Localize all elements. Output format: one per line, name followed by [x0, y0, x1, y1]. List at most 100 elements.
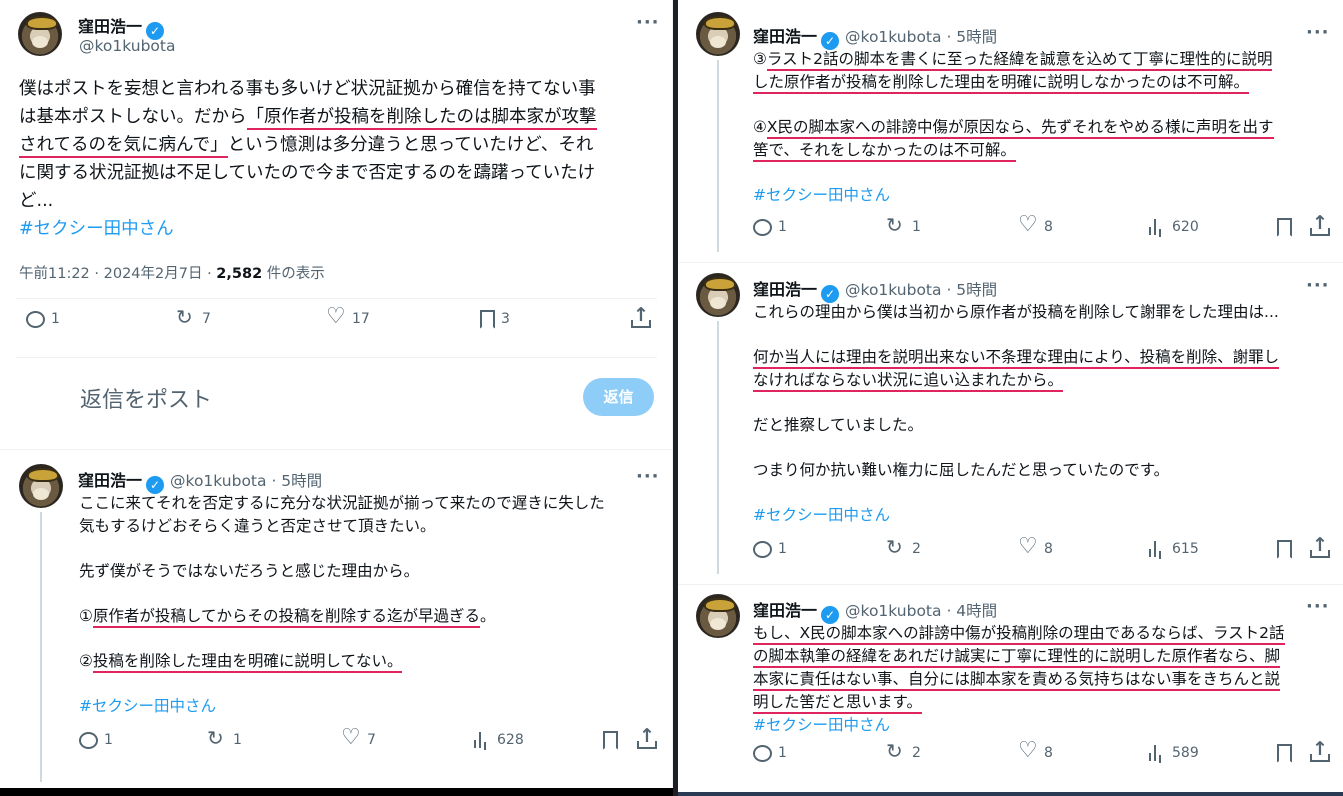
bookmark-icon [480, 309, 495, 329]
retweet-button[interactable]: 2 [886, 535, 921, 559]
reply-icon [753, 744, 772, 762]
share-icon [1309, 738, 1330, 763]
retweet-icon [886, 213, 906, 237]
avatar[interactable] [696, 12, 740, 56]
views-button[interactable]: 620 [1146, 217, 1199, 237]
tweet-line: 僕はポストを妄想と言われる事も多いけど状況証拠から確信を持てない事 [19, 79, 596, 99]
author-name[interactable]: 窪田浩一 ✓ @ko1kubota · 5時間 [753, 276, 997, 303]
tweet-line: ど... [19, 191, 54, 211]
like-button[interactable]: 8 [1018, 212, 1053, 237]
tweet-line: に関する状況証拠は不足していたので今まで否定するのを躊躇っていたけ [19, 163, 596, 183]
post-time: 4時間 [956, 602, 998, 620]
reply-icon [26, 310, 45, 328]
bookmark-button[interactable]: 3 [480, 309, 510, 329]
view-count: 2,582 [216, 266, 263, 282]
hashtag-link[interactable]: #セクシー田中さん [753, 184, 1274, 207]
hashtag-link[interactable]: #セクシー田中さん [753, 714, 1285, 737]
analytics-icon [1146, 217, 1166, 237]
reply-thread-panel: 窪田浩一 ✓ @ko1kubota · 5時間 ··· ③ラスト2話の脚本を書くに至… [678, 0, 1343, 792]
more-options-icon[interactable]: ··· [1306, 596, 1330, 617]
avatar[interactable] [18, 12, 62, 56]
avatar[interactable] [696, 273, 740, 317]
reply-icon [753, 218, 772, 236]
analytics-icon [1146, 743, 1166, 763]
analytics-icon [471, 730, 491, 750]
author-handle[interactable]: @ko1kubota [79, 37, 176, 55]
like-button[interactable]: 7 [341, 725, 376, 750]
bookmark-icon [603, 730, 618, 750]
more-options-icon[interactable]: ··· [636, 466, 660, 487]
more-options-icon[interactable]: ··· [1306, 275, 1330, 296]
author-name[interactable]: 窪田浩一 ✓ @ko1kubota · 5時間 [78, 467, 322, 494]
author-name[interactable]: 窪田浩一 ✓ @ko1kubota · 4時間 [753, 597, 997, 624]
analytics-icon [1146, 539, 1166, 559]
avatar[interactable] [696, 594, 740, 638]
bookmark-icon [1277, 217, 1292, 237]
retweet-icon [176, 305, 196, 329]
retweet-button[interactable]: 2 [886, 739, 921, 763]
heart-icon [341, 725, 361, 750]
hashtag-link[interactable]: #セクシー田中さん [753, 504, 1279, 527]
views-button[interactable]: 615 [1146, 539, 1199, 559]
reply-button[interactable]: 1 [79, 731, 113, 749]
like-button[interactable]: 8 [1018, 738, 1053, 763]
reply-input[interactable]: 返信をポスト [80, 382, 212, 414]
main-tweet-panel: 窪田浩一 ✓ @ko1kubota ··· 僕はポストを妄想と言われる事も多いけど… [0, 0, 673, 788]
reply-button[interactable]: 1 [753, 744, 787, 762]
like-button[interactable]: 8 [1018, 534, 1053, 559]
bookmark-button[interactable] [1277, 217, 1292, 237]
retweet-button[interactable]: 1 [207, 726, 242, 750]
bookmark-button[interactable] [1277, 743, 1292, 763]
like-button[interactable]: 17 [326, 304, 370, 329]
share-icon [630, 304, 651, 329]
reply-submit-button[interactable]: 返信 [583, 378, 654, 416]
hashtag-link[interactable]: #セクシー田中さん [79, 695, 605, 718]
reply-icon [79, 731, 98, 749]
avatar[interactable] [19, 464, 63, 508]
tweet-line: されてるのを気に病んで」という憶測は多分違うと思っていたけど、それ [19, 131, 597, 159]
tweet-text: これらの理由から僕は当初から原作者が投稿を削除して謝罪をした理由は... 何か当… [753, 301, 1280, 527]
author-name[interactable]: 窪田浩一 ✓ [78, 13, 165, 40]
retweet-icon [886, 739, 906, 763]
tweet-text: ③ラスト2話の脚本を書くに至った経緯を誠意を込めて丁寧に理性的に説明 した原作者… [753, 48, 1274, 207]
share-button[interactable] [630, 304, 651, 329]
share-icon [1309, 212, 1330, 237]
heart-icon [1018, 212, 1038, 237]
reply-button[interactable]: 1 [26, 310, 60, 328]
views-button[interactable]: 628 [471, 730, 524, 750]
heart-icon [326, 304, 346, 329]
bookmark-button[interactable] [603, 730, 618, 750]
retweet-button[interactable]: 7 [176, 305, 211, 329]
post-time: 5時間 [956, 281, 998, 299]
bookmark-icon [1277, 539, 1292, 559]
more-options-icon[interactable]: ··· [1306, 22, 1330, 43]
share-button[interactable] [1309, 534, 1330, 559]
tweet-text: 僕はポストを妄想と言われる事も多いけど状況証拠から確信を持てない事 は基本ポスト… [19, 75, 597, 243]
tweet-line: は基本ポストしない。だから「原作者が投稿を削除したのは脚本家が攻撃 [19, 103, 597, 131]
share-button[interactable] [1309, 212, 1330, 237]
bookmark-icon [1277, 743, 1292, 763]
share-icon [636, 725, 657, 750]
hashtag-link[interactable]: #セクシー田中さん [19, 215, 597, 243]
author-name[interactable]: 窪田浩一 ✓ @ko1kubota · 5時間 [753, 23, 997, 50]
post-time: 5時間 [281, 472, 323, 490]
reply-button[interactable]: 1 [753, 218, 787, 236]
share-icon [1309, 534, 1330, 559]
retweet-icon [207, 726, 227, 750]
post-time: 5時間 [956, 28, 998, 46]
more-options-icon[interactable]: ··· [636, 12, 660, 33]
heart-icon [1018, 534, 1038, 559]
views-button[interactable]: 589 [1146, 743, 1199, 763]
heart-icon [1018, 738, 1038, 763]
reply-button[interactable]: 1 [753, 540, 787, 558]
bookmark-button[interactable] [1277, 539, 1292, 559]
tweet-text: もし、X民の脚本家への誹謗中傷が投稿削除の理由であるならば、ラスト2話 の脚本執… [753, 622, 1285, 737]
retweet-icon [886, 535, 906, 559]
reply-icon [753, 540, 772, 558]
share-button[interactable] [636, 725, 657, 750]
display-name: 窪田浩一 [78, 17, 143, 36]
retweet-button[interactable]: 1 [886, 213, 921, 237]
share-button[interactable] [1309, 738, 1330, 763]
tweet-text: ここに来てそれを否定するに充分な状況証拠が揃って来たので遅きに失した 気もするけ… [79, 492, 605, 718]
tweet-timestamp[interactable]: 午前11:22 · 2024年2月7日 · 2,582 件の表示 [19, 262, 325, 283]
